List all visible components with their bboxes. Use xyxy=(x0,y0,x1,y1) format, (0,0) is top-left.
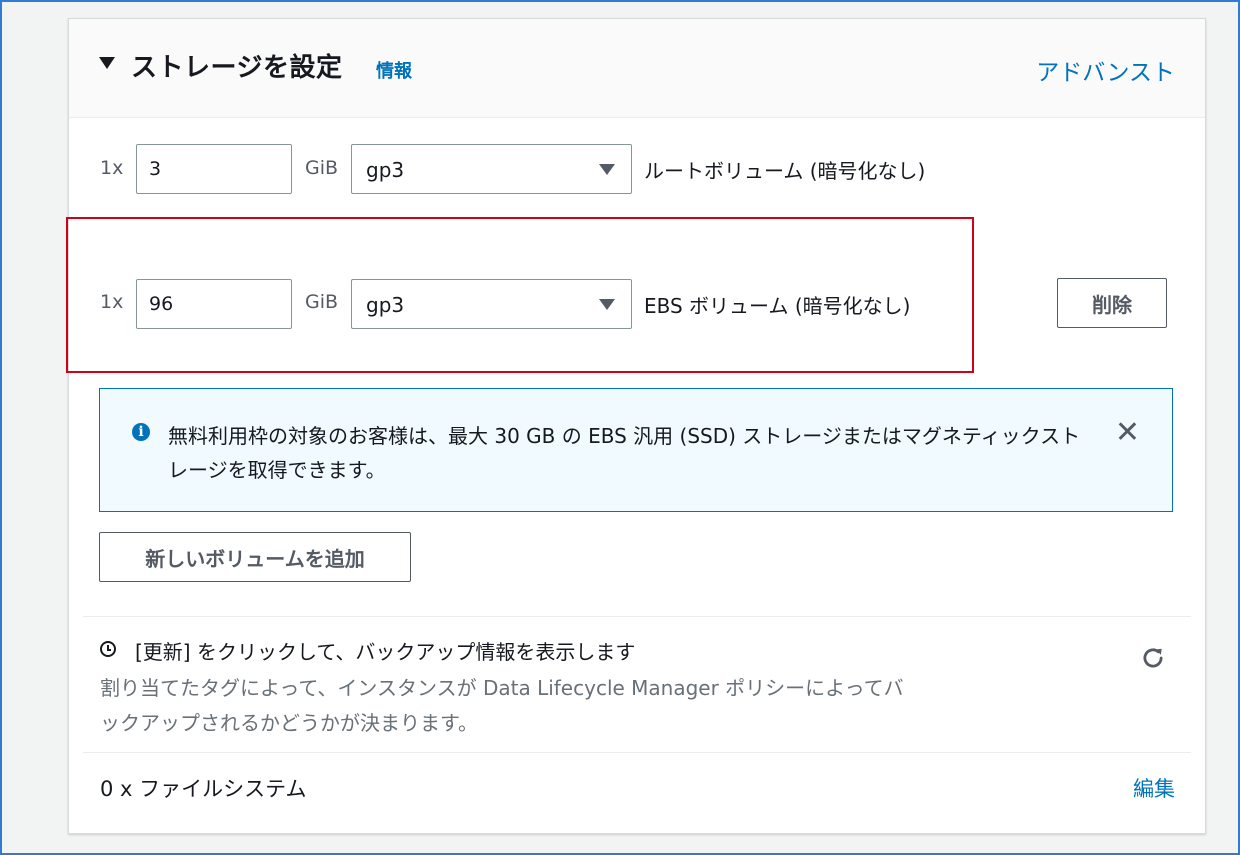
info-link[interactable]: 情報 xyxy=(376,57,412,83)
root-volume-type-select[interactable]: gp3 xyxy=(351,144,632,194)
free-tier-alert: i 無料利用枠の対象のお客様は、最大 30 GB の EBS 汎用 (SSD) … xyxy=(99,388,1173,512)
collapse-caret-icon[interactable] xyxy=(99,57,115,69)
chevron-down-icon xyxy=(599,164,615,175)
root-volume-multiplier: 1x xyxy=(100,157,124,179)
alert-text: 無料利用枠の対象のお客様は、最大 30 GB の EBS 汎用 (SSD) スト… xyxy=(168,424,1081,482)
root-volume-description: ルートボリューム (暗号化なし) xyxy=(644,159,926,183)
panel-header: ストレージを設定 情報 アドバンスト xyxy=(69,19,1205,118)
ebs-volume-type-select[interactable]: gp3 xyxy=(351,279,632,329)
refresh-icon[interactable] xyxy=(1140,645,1166,671)
backup-info-title: [更新] をクリックして、バックアップ情報を表示します xyxy=(135,640,636,664)
ebs-volume-size-input[interactable] xyxy=(136,279,292,329)
ebs-volume-multiplier: 1x xyxy=(100,291,124,313)
info-icon: i xyxy=(132,423,150,441)
root-volume-size-input[interactable] xyxy=(136,144,292,194)
screenshot-frame: ストレージを設定 情報 アドバンスト 1x GiB gp3 ルートボリューム (… xyxy=(0,0,1240,855)
close-icon[interactable]: ✕ xyxy=(1115,415,1140,450)
divider xyxy=(83,752,1191,753)
backup-info-description: 割り当てたタグによって、インスタンスが Data Lifecycle Manag… xyxy=(100,676,904,735)
storage-config-panel: ストレージを設定 情報 アドバンスト 1x GiB gp3 ルートボリューム (… xyxy=(66,18,1206,834)
chevron-down-icon xyxy=(599,299,615,310)
clock-icon xyxy=(100,641,116,657)
ebs-volume-type-value: gp3 xyxy=(366,293,405,317)
add-volume-button[interactable]: 新しいボリュームを追加 xyxy=(99,532,411,582)
ebs-volume-description: EBS ボリューム (暗号化なし) xyxy=(644,294,911,318)
file-systems-label: 0 x ファイルシステム xyxy=(100,777,307,801)
edit-file-systems-link[interactable]: 編集 xyxy=(1133,773,1175,803)
panel-title: ストレージを設定 xyxy=(131,53,343,83)
ebs-volume-unit: GiB xyxy=(305,291,339,313)
root-volume-type-value: gp3 xyxy=(366,158,405,182)
divider xyxy=(83,616,1191,617)
delete-volume-button[interactable]: 削除 xyxy=(1057,278,1167,328)
advanced-link[interactable]: アドバンスト xyxy=(1036,53,1175,87)
root-volume-unit: GiB xyxy=(305,157,339,179)
